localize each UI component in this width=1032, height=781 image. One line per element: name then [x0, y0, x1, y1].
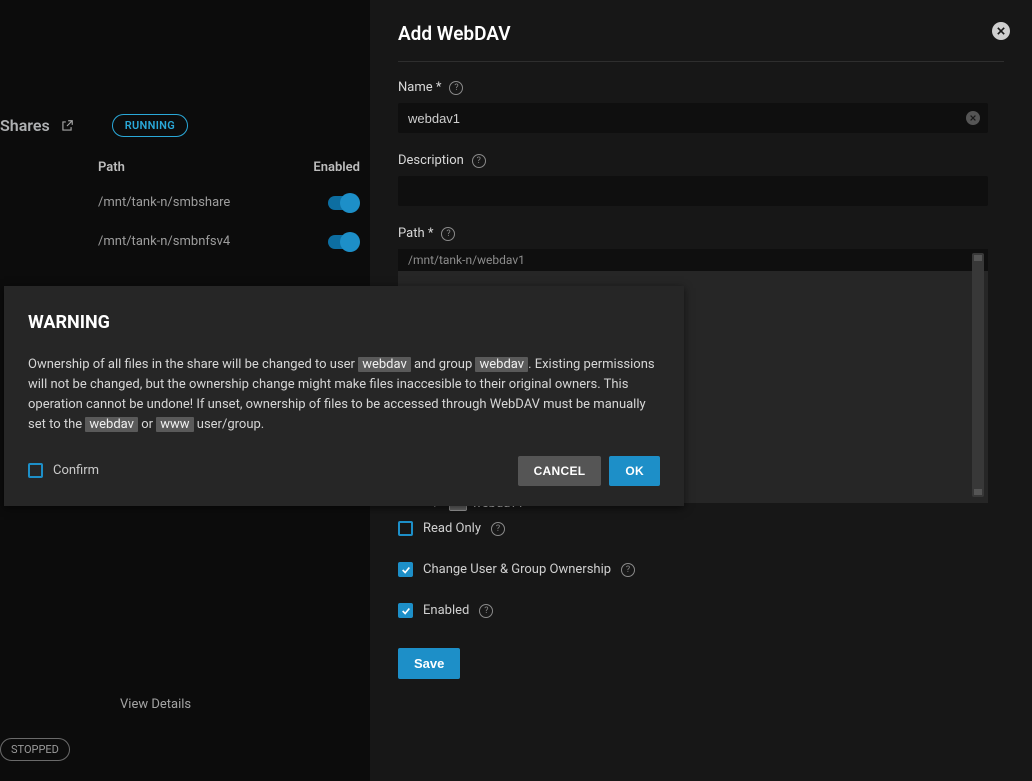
col-path-header: Path [98, 160, 293, 175]
shares-header: Shares RUNNING [0, 114, 188, 137]
help-icon[interactable]: ? [449, 81, 463, 95]
status-stopped-badge: STOPPED [0, 738, 70, 761]
shares-table: Path Enabled /mnt/tank-n/smbshare /mnt/t… [0, 152, 360, 261]
name-label: Name * [398, 80, 441, 95]
chown-checkbox[interactable] [398, 562, 413, 577]
readonly-checkbox[interactable] [398, 521, 413, 536]
row-path: /mnt/tank-n/smbshare [98, 195, 308, 210]
chown-row[interactable]: Change User & Group Ownership ? [398, 562, 1004, 577]
enabled-row[interactable]: Enabled ? [398, 603, 1004, 618]
warning-modal: WARNING Ownership of all files in the sh… [4, 286, 684, 506]
help-icon[interactable]: ? [441, 227, 455, 241]
chown-label: Change User & Group Ownership [423, 562, 611, 577]
enabled-checkbox[interactable] [398, 603, 413, 618]
modal-text: Ownership of all files in the share will… [28, 357, 358, 372]
scrollbar[interactable] [972, 253, 984, 497]
help-icon[interactable]: ? [479, 604, 493, 618]
modal-text: and group [411, 357, 476, 372]
confirm-checkbox[interactable] [28, 463, 43, 478]
clear-icon[interactable] [966, 111, 980, 125]
enabled-toggle[interactable] [328, 235, 358, 249]
readonly-row[interactable]: Read Only ? [398, 521, 1004, 536]
cancel-button[interactable]: CANCEL [518, 456, 602, 486]
help-icon[interactable]: ? [472, 154, 486, 168]
enabled-label: Enabled [423, 603, 469, 618]
close-icon[interactable] [992, 22, 1010, 40]
status-running-badge: RUNNING [112, 114, 188, 137]
modal-text: user/group. [194, 417, 265, 432]
form-row-name: Name * ? [398, 80, 1004, 133]
modal-text: or [138, 417, 156, 432]
external-link-icon [60, 119, 74, 133]
readonly-label: Read Only [423, 521, 481, 536]
save-button[interactable]: Save [398, 648, 460, 679]
modal-title: WARNING [28, 312, 660, 333]
shares-label: Shares [0, 116, 50, 135]
description-input[interactable] [398, 176, 988, 206]
table-row[interactable]: /mnt/tank-n/smbshare [0, 183, 360, 222]
col-enabled-header: Enabled [313, 160, 360, 175]
form-row-description: Description ? [398, 153, 1004, 206]
enabled-toggle[interactable] [328, 196, 358, 210]
help-icon[interactable]: ? [621, 563, 635, 577]
name-input[interactable] [398, 103, 988, 133]
path-input[interactable]: /mnt/tank-n/webdav1 [398, 249, 988, 271]
table-row[interactable]: /mnt/tank-n/smbnfsv4 [0, 222, 360, 261]
code-token: webdav [475, 357, 528, 372]
row-path: /mnt/tank-n/smbnfsv4 [98, 234, 308, 249]
code-token: webdav [85, 417, 138, 432]
confirm-label: Confirm [53, 463, 99, 478]
path-label: Path * [398, 226, 433, 241]
help-icon[interactable]: ? [491, 522, 505, 536]
code-token: webdav [358, 357, 411, 372]
modal-body: Ownership of all files in the share will… [28, 355, 660, 436]
description-label: Description [398, 153, 464, 168]
panel-title: Add WebDAV [398, 22, 1004, 45]
ok-button[interactable]: OK [609, 456, 660, 486]
view-details-link[interactable]: View Details [120, 697, 191, 712]
code-token: www [156, 417, 193, 432]
